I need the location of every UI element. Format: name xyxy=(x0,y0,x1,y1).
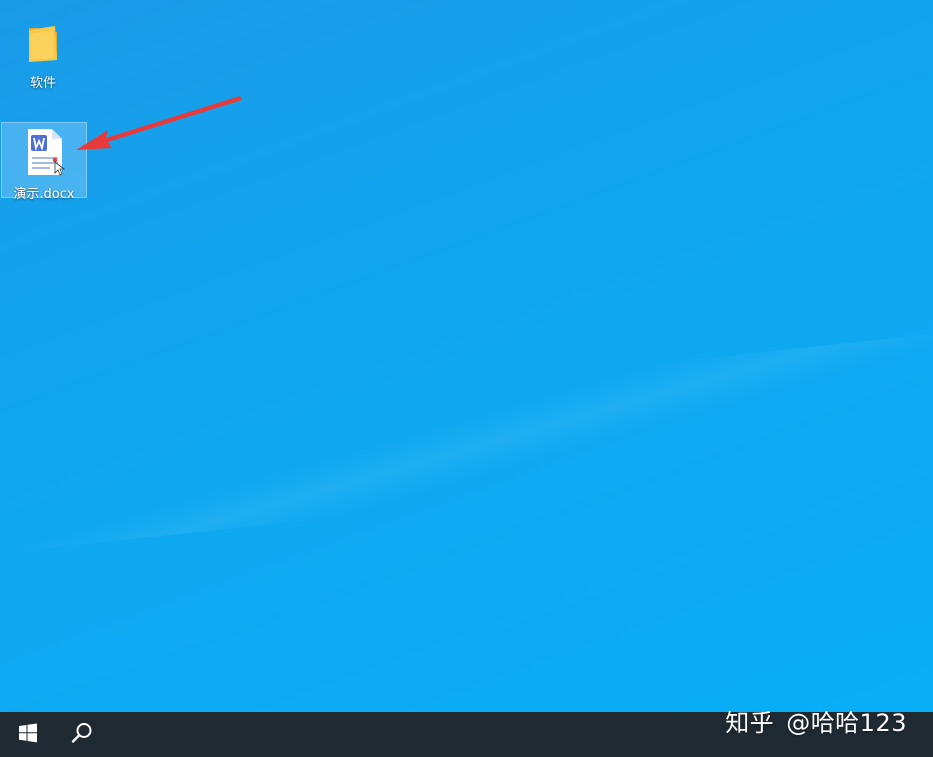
annotation-arrow xyxy=(76,96,242,150)
windows-start-icon xyxy=(18,723,38,747)
wallpaper-light-streak xyxy=(0,322,933,558)
search-button[interactable] xyxy=(56,712,108,757)
watermark-site: 知乎 xyxy=(725,709,775,737)
search-icon xyxy=(70,721,94,749)
desktop-icon-label: 演示.docx xyxy=(13,187,75,202)
desktop-icon-label: 软件 xyxy=(29,76,56,91)
desktop[interactable]: 软件 演示.docx xyxy=(0,0,933,712)
desktop-icon-software-folder[interactable]: 软件 xyxy=(0,12,86,91)
folder-icon xyxy=(0,18,86,68)
start-button[interactable] xyxy=(2,712,54,757)
watermark-author: @哈哈123 xyxy=(786,709,907,737)
zhihu-watermark: 知乎 @哈哈123 xyxy=(725,703,907,738)
